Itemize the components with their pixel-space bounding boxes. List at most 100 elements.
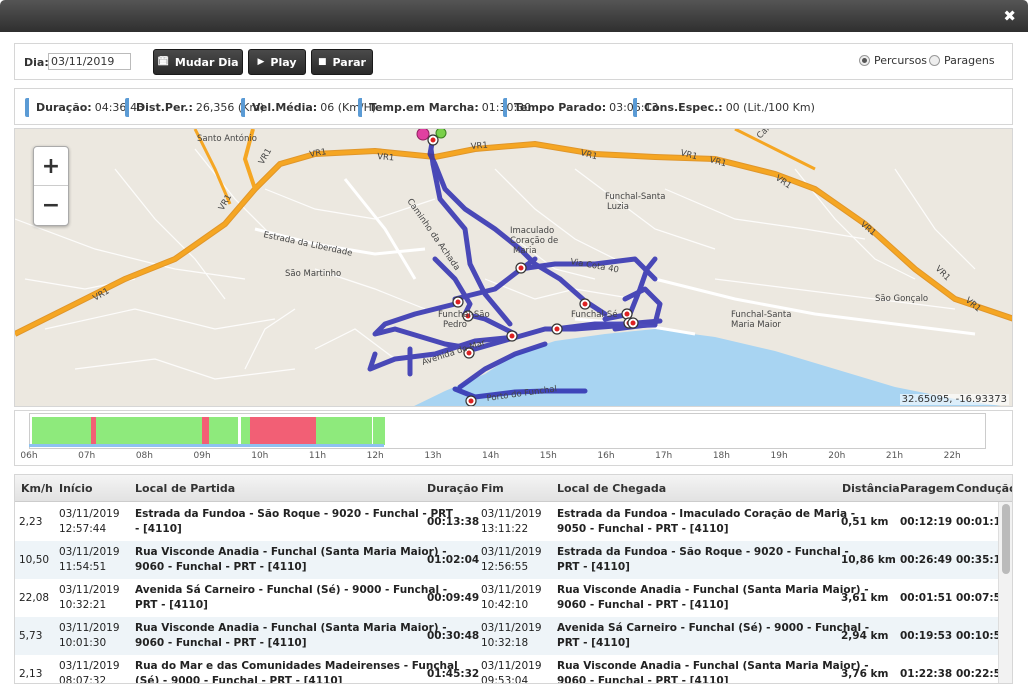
map-label: Maria Maior <box>731 320 781 330</box>
map-canvas[interactable]: Santo António VR1 VR1 VR1 VR1 VR1 VR1 VR… <box>15 129 1013 407</box>
timeline-segment-stopped[interactable] <box>250 417 316 445</box>
zoom-out-button[interactable]: − <box>34 186 68 225</box>
stats-bar: Duração: 04:36:43 Dist.Per.: 26,356 (Km) V… <box>14 88 1013 125</box>
cell-distance: 0,51 km <box>841 516 889 528</box>
cell-line: PRT - [4110] <box>557 561 630 573</box>
stop-marker[interactable] <box>452 296 464 308</box>
col-stop[interactable]: Paragem <box>900 482 955 495</box>
timeline-hour-label: 17h <box>655 451 673 461</box>
stop-marker[interactable] <box>627 317 639 329</box>
stat-label: Tempo Parado: <box>514 101 607 114</box>
col-departure[interactable]: Local de Partida <box>135 482 235 495</box>
timeline[interactable]: 06h 07h 08h 09h 10h 11h 12h 13h 14h 15h 16h 17h 18h 1… <box>14 410 1013 466</box>
cell-duration: 00:09:49 <box>427 592 480 604</box>
scrollbar-thumb[interactable] <box>1002 504 1010 574</box>
play-label: Play <box>270 55 297 69</box>
cell-dep: Rua Visconde Anadia - Funchal (Santa Mar… <box>135 621 447 651</box>
col-kmh[interactable]: Km/h <box>21 482 53 495</box>
timeline-segment-stopped[interactable] <box>201 417 209 445</box>
timeline-hour-label: 06h <box>20 451 38 461</box>
cell-line: 9060 - Funchal - PRT - [4110] <box>135 637 307 649</box>
day-input[interactable] <box>48 53 131 70</box>
radio-routes[interactable]: Percursos <box>859 54 927 67</box>
cell-start: 03/11/2019 08:07:32 <box>59 659 120 684</box>
timeline-segment-moving[interactable] <box>208 417 238 445</box>
stat-consumption: Cons.Espec.: 00 (Lit./100 Km) <box>633 98 815 117</box>
close-icon[interactable]: ✖ <box>1003 8 1016 24</box>
cell-line: 03/11/2019 <box>59 508 120 520</box>
col-driving[interactable]: Condução <box>956 482 1012 495</box>
stop-marker[interactable] <box>579 298 591 310</box>
table-row[interactable]: 2,23 03/11/2019 12:57:44 Estrada da Fundoa … <box>15 503 1008 541</box>
cell-arr: Rua Visconde Anadia - Funchal (Santa Mar… <box>557 659 869 684</box>
stop-marker[interactable] <box>621 308 633 320</box>
play-button[interactable]: ▶ Play <box>248 49 306 75</box>
cell-line: 10:01:30 <box>59 637 107 649</box>
stop-icon: ■ <box>318 57 327 67</box>
cell-line: 11:54:51 <box>59 561 107 573</box>
stop-button[interactable]: ■ Parar <box>311 49 373 75</box>
cell-distance: 10,86 km <box>841 554 896 566</box>
cell-arr: Avenida Sá Carneiro - Funchal (Sé) - 900… <box>557 621 869 651</box>
table-row[interactable]: 10,50 03/11/2019 11:54:51 Rua Visconde Anad… <box>15 541 1008 579</box>
timeline-hour-label: 19h <box>770 451 788 461</box>
stop-marker[interactable] <box>465 395 477 406</box>
timeline-hour-label: 14h <box>482 451 500 461</box>
end-pin-icon[interactable] <box>435 129 447 139</box>
timeline-hour-label: 16h <box>597 451 615 461</box>
cell-kmh: 2,13 <box>19 668 43 680</box>
cell-duration: 00:13:38 <box>427 516 480 528</box>
cell-kmh: 5,73 <box>19 630 43 642</box>
col-distance[interactable]: Distância <box>842 482 900 495</box>
radio-stops-dot[interactable] <box>929 55 940 66</box>
timeline-hour-label: 07h <box>78 451 96 461</box>
col-end[interactable]: Fim <box>481 482 504 495</box>
radio-routes-dot[interactable] <box>859 55 870 66</box>
map[interactable]: Santo António VR1 VR1 VR1 VR1 VR1 VR1 VR… <box>14 128 1013 407</box>
timeline-hour-label: 13h <box>424 451 442 461</box>
cell-line: Rua Visconde Anadia - Funchal (Santa Mar… <box>135 546 447 558</box>
timeline-segment-moving[interactable] <box>96 417 202 445</box>
timeline-segment-moving[interactable] <box>315 417 372 445</box>
radio-routes-label: Percursos <box>874 54 928 67</box>
cell-line: 9060 - Funchal - PRT - [4110] <box>557 675 729 684</box>
map-label: VR1 <box>377 152 395 163</box>
stop-marker[interactable] <box>551 323 563 335</box>
cell-line: 03/11/2019 <box>59 546 120 558</box>
map-label: Imaculado <box>510 226 554 236</box>
cell-dep: Avenida Sá Carneiro - Funchal (Sé) - 900… <box>135 583 447 613</box>
timeline-segment-moving[interactable] <box>240 417 251 445</box>
stop-marker[interactable] <box>515 262 527 274</box>
cell-end: 03/11/2019 10:42:10 <box>481 583 542 613</box>
change-day-button[interactable]: 🗓 Mudar Dia <box>153 49 243 75</box>
cell-line: - [4110] <box>135 523 182 535</box>
cell-line: 03/11/2019 <box>481 546 542 558</box>
stop-marker[interactable] <box>506 330 518 342</box>
cell-line: 10:32:21 <box>59 599 107 611</box>
cell-end: 03/11/2019 09:53:04 <box>481 659 542 683</box>
cell-line: 03/11/2019 <box>59 622 120 634</box>
table-scrollbar[interactable] <box>998 502 1012 683</box>
radio-stops[interactable]: Paragens <box>929 54 995 67</box>
cell-line: Avenida Sá Carneiro - Funchal (Sé) - 900… <box>557 622 870 634</box>
stat-label: Duração: <box>36 101 92 114</box>
stat-label: Dist.Per.: <box>136 101 193 114</box>
col-duration[interactable]: Duração <box>427 482 478 495</box>
timeline-hour-label: 08h <box>135 451 153 461</box>
table-row[interactable]: 22,08 03/11/2019 10:32:21 Avenida Sá Carnei… <box>15 579 1008 617</box>
table-row[interactable]: 5,73 03/11/2019 10:01:30 Rua Visconde Anadi… <box>15 617 1008 655</box>
cell-line: 08:07:32 <box>59 675 107 684</box>
cell-line: 9060 - Funchal - PRT - [4110] <box>557 599 729 611</box>
map-label: VR1 <box>257 147 274 167</box>
zoom-in-button[interactable]: + <box>34 147 68 186</box>
map-label: Luzia <box>607 202 629 212</box>
stat-label: Cons.Espec.: <box>644 101 723 114</box>
col-start[interactable]: Início <box>59 482 93 495</box>
table-row[interactable]: 2,13 03/11/2019 08:07:32 Rua do Mar e das C… <box>15 655 1008 684</box>
cell-line: PRT - [4110] <box>135 599 208 611</box>
col-arrival[interactable]: Local de Chegada <box>557 482 666 495</box>
timeline-segment-moving[interactable] <box>31 417 91 445</box>
timeline-segment-moving[interactable] <box>373 417 385 445</box>
stop-marker[interactable] <box>427 134 439 146</box>
start-pin-icon[interactable] <box>416 129 430 141</box>
